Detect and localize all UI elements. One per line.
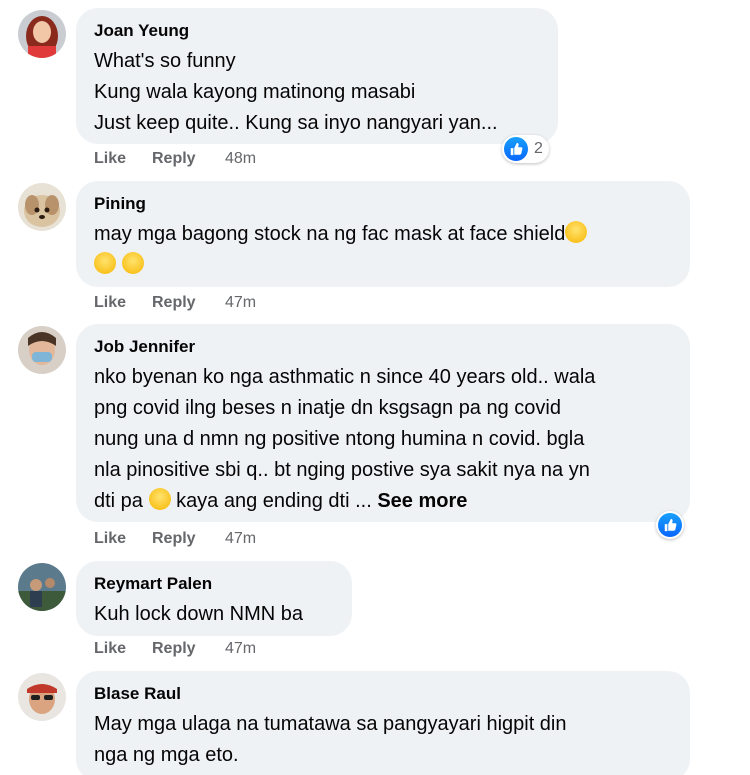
comment-timestamp[interactable]: 47m xyxy=(225,530,256,548)
comment-text-line: nla pinositive sbi q.. bt nging postive … xyxy=(94,459,590,481)
comment-text: dti pa xyxy=(94,490,143,512)
avatar[interactable] xyxy=(18,10,66,58)
avatar[interactable] xyxy=(18,326,66,374)
grinning-sweat-emoji xyxy=(565,221,588,243)
avatar-reymart-palen xyxy=(18,563,66,611)
comment-actions: Like Reply 47m xyxy=(94,640,256,658)
reply-link[interactable]: Reply xyxy=(152,294,225,312)
comment-timestamp[interactable]: 47m xyxy=(225,640,256,658)
comment-author[interactable]: Pining xyxy=(94,193,670,215)
comment-actions: Like Reply 47m xyxy=(94,530,256,548)
comment-text-line: may mga bagong stock na ng fac mask at f… xyxy=(94,219,670,250)
thumbs-up-icon xyxy=(658,513,682,537)
like-link[interactable]: Like xyxy=(94,530,152,548)
comment-text-line: dti pa kaya ang ending dti ... See more xyxy=(94,486,670,517)
comment-actions: Like Reply 47m xyxy=(94,294,256,312)
avatar[interactable] xyxy=(18,183,66,231)
reaction-count: 2 xyxy=(534,140,543,157)
comment-text-line xyxy=(94,250,670,281)
comment-text-line: What's so funny xyxy=(94,50,236,72)
comment-author[interactable]: Reymart Palen xyxy=(94,573,332,595)
comment-actions: Like Reply 48m xyxy=(94,150,256,168)
avatar-blase-raul xyxy=(18,673,66,721)
like-link[interactable]: Like xyxy=(94,150,152,168)
comment-text: kaya ang ending dti ... xyxy=(176,490,378,512)
comment-bubble: Joan Yeung What's so funny Kung wala kay… xyxy=(76,8,558,144)
comment-author[interactable]: Blase Raul xyxy=(94,683,670,705)
comment-text-line: Kuh lock down NMN ba xyxy=(94,603,303,625)
avatar[interactable] xyxy=(18,563,66,611)
reaction-summary[interactable]: 2 xyxy=(502,135,549,163)
comment-text-line: Kung wala kayong matinong masabi xyxy=(94,81,416,103)
reply-link[interactable]: Reply xyxy=(152,530,225,548)
thumbs-up-icon xyxy=(504,137,528,161)
comment-bubble: Job Jennifer nko byenan ko nga asthmatic… xyxy=(76,324,690,522)
grinning-sweat-emoji xyxy=(94,252,116,274)
comment-bubble: Pining may mga bagong stock na ng fac ma… xyxy=(76,181,690,287)
avatar-joan-yeung xyxy=(18,10,66,58)
reply-link[interactable]: Reply xyxy=(152,640,225,658)
comment-author[interactable]: Joan Yeung xyxy=(94,20,538,42)
reaction-summary[interactable] xyxy=(656,511,684,539)
comment-timestamp[interactable]: 48m xyxy=(225,150,256,168)
comment-text-line: nga ng mga eto. xyxy=(94,744,239,766)
comment-text: may mga bagong stock na ng fac mask at f… xyxy=(94,223,566,245)
reply-link[interactable]: Reply xyxy=(152,150,225,168)
grinning-sweat-emoji xyxy=(121,252,144,274)
like-link[interactable]: Like xyxy=(94,640,152,658)
avatar-job-jennifer xyxy=(18,326,66,374)
comment-text-line: nko byenan ko nga asthmatic n since 40 y… xyxy=(94,366,596,388)
comment-text-line: Just keep quite.. Kung sa inyo nangyari … xyxy=(94,112,498,134)
like-link[interactable]: Like xyxy=(94,294,152,312)
avatar-pining xyxy=(18,183,66,231)
pensive-face-emoji xyxy=(148,488,171,510)
comment-bubble: Reymart Palen Kuh lock down NMN ba xyxy=(76,561,352,636)
comment-text-line: nung una d nmn ng positive ntong humina … xyxy=(94,428,585,450)
see-more-link[interactable]: See more xyxy=(377,490,467,512)
comment-timestamp[interactable]: 47m xyxy=(225,294,256,312)
comment-text-line: png covid ilng beses n inatje dn ksgsagn… xyxy=(94,397,561,419)
avatar[interactable] xyxy=(18,673,66,721)
comment-bubble: Blase Raul May mga ulaga na tumatawa sa … xyxy=(76,671,690,775)
comment-text-line: May mga ulaga na tumatawa sa pangyayari … xyxy=(94,713,567,735)
comment-author[interactable]: Job Jennifer xyxy=(94,336,670,358)
